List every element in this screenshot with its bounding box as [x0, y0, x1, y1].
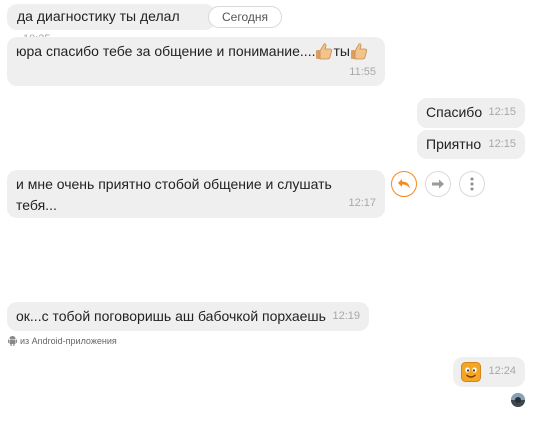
message-bubble-outgoing: Приятно 12:15: [417, 130, 525, 159]
message-time: 12:17: [348, 197, 376, 209]
message-time: 12:15: [488, 138, 516, 150]
message-time: 12:19: [332, 310, 360, 322]
message-bubble-incoming: и мне очень приятно стобой общение и слу…: [7, 170, 385, 218]
thumbs-up-emoji-icon: [350, 43, 367, 60]
avatar-image: [511, 393, 525, 407]
source-note: из Android-приложения: [8, 335, 117, 346]
message-text: да диагностику ты делал: [17, 8, 180, 24]
message-bubble-incoming: юра спасибо тебе за общение и понимание.…: [7, 37, 385, 86]
android-icon: [8, 336, 17, 346]
source-note-text: из Android-приложения: [20, 335, 117, 346]
date-separator: Сегодня: [208, 6, 282, 28]
thumbs-up-emoji-icon: [316, 43, 333, 60]
forward-icon: [432, 179, 444, 189]
avatar[interactable]: [511, 393, 525, 407]
message-text-line: и мне очень приятно стобой общение и слу…: [16, 176, 332, 192]
more-options-button[interactable]: [459, 171, 485, 197]
message-text: Спасибо: [426, 104, 483, 120]
reply-button[interactable]: [391, 171, 417, 197]
more-vertical-icon: [470, 177, 474, 191]
message-text-line: тебя...: [16, 197, 57, 213]
message-bubble-outgoing: 12:24: [453, 357, 525, 387]
message-text: ок...с тобой поговоришь аш бабочкой порх…: [16, 308, 326, 324]
message-text: Приятно: [426, 136, 482, 152]
message-bubble-incoming: да диагностику ты делал 10:25: [7, 4, 215, 45]
message-time: 11:55: [349, 66, 376, 78]
message-text: юра спасибо тебе за общение и понимание.…: [16, 41, 376, 62]
message-bubble-incoming: ок...с тобой поговоришь аш бабочкой порх…: [7, 302, 369, 331]
smiley-emoji-icon: [461, 362, 481, 382]
message-time: 12:15: [488, 106, 516, 118]
message-bubble-outgoing: Спасибо 12:15: [417, 98, 525, 128]
reply-icon: [398, 179, 410, 189]
forward-button[interactable]: [425, 171, 451, 197]
message-time: 12:24: [488, 365, 516, 377]
